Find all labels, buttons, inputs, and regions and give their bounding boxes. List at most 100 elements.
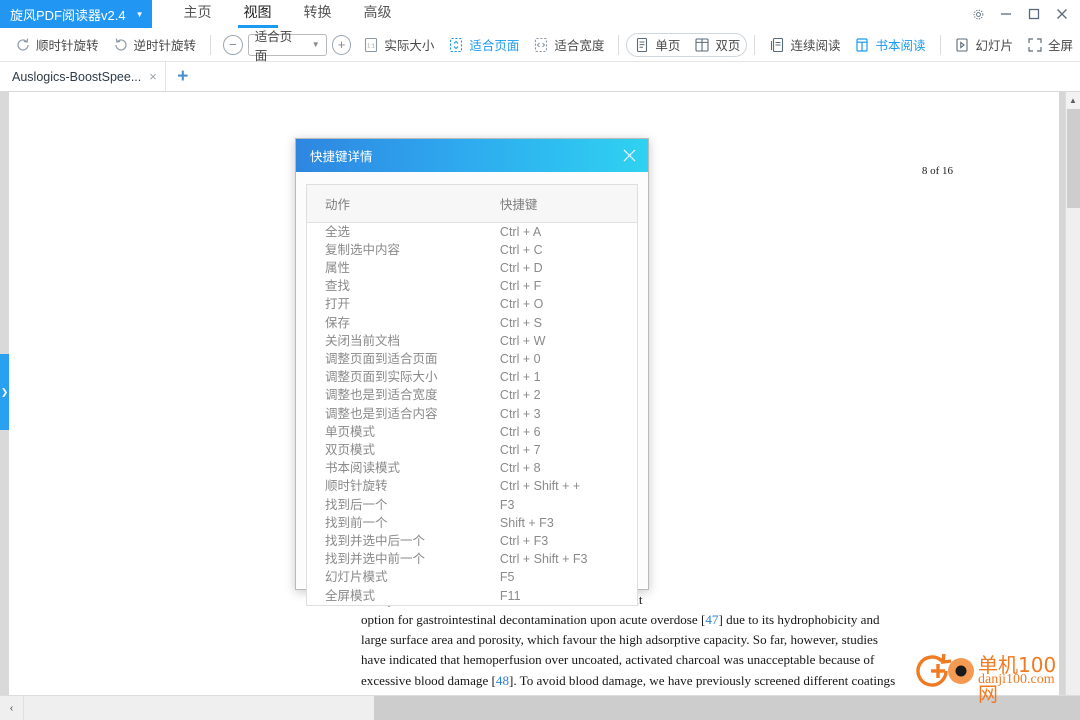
document-tab[interactable]: Auslogics-BoostSpee... × (0, 62, 166, 91)
table-row[interactable]: 单页模式 Ctrl + 6 (307, 423, 638, 441)
book-mode-button[interactable]: 书本阅读 (847, 32, 932, 58)
close-icon[interactable]: × (149, 69, 157, 84)
rotate-cw-icon (15, 37, 31, 53)
zoom-level-value: 适合页面 (254, 29, 293, 63)
shortcut-action-cell: 全选 (325, 224, 351, 239)
zoom-in-button[interactable]: + (331, 34, 352, 55)
app-brand-button[interactable]: 旋风PDF阅读器v2.4 ▼ (0, 0, 152, 28)
table-row[interactable]: 顺时针旋转 Ctrl + Shift + + (307, 478, 638, 496)
vertical-scroll-thumb[interactable] (1067, 109, 1080, 208)
shortcut-key-cell: Ctrl + S (499, 315, 542, 330)
close-icon[interactable] (1048, 0, 1076, 28)
shortcut-key-cell: Ctrl + Shift + + (499, 479, 581, 494)
table-row[interactable]: 全屏模式 F11 (307, 587, 638, 606)
table-row[interactable]: 打开 Ctrl + O (307, 296, 638, 314)
table-row[interactable]: 属性 Ctrl + D (307, 259, 638, 277)
new-tab-button[interactable]: + (166, 62, 200, 91)
shortcut-action-cell: 关闭当前文档 (325, 333, 401, 348)
page-indicator: 8 of 16 (921, 165, 953, 177)
shortcut-action-cell: 找到并选中前一个 (325, 552, 426, 567)
horizontal-scrollbar[interactable]: ‹ (0, 695, 1080, 720)
ribbon-tab-view[interactable]: 视图 (228, 0, 288, 28)
toolbar-divider (939, 34, 941, 55)
shortcut-action-cell: 调整也是到适合内容 (325, 406, 438, 421)
citation-ref[interactable]: 48 (496, 673, 509, 688)
table-row[interactable]: 找到前一个 Shift + F3 (307, 514, 638, 532)
zoom-level-select[interactable]: 适合页面 ▼ (247, 30, 327, 63)
shortcut-key-cell: Ctrl + A (499, 224, 542, 239)
table-row[interactable]: 关闭当前文档 Ctrl + W (307, 332, 638, 350)
slideshow-label: 幻灯片 (975, 39, 1013, 53)
table-header-row: 动作 快捷键 (306, 184, 638, 223)
table-row[interactable]: 书本阅读模式 Ctrl + 8 (307, 460, 638, 478)
shortcut-key-cell: Ctrl + 1 (499, 370, 541, 385)
chevron-down-icon[interactable]: ▼ (136, 10, 144, 19)
table-row[interactable]: 找到并选中后一个 Ctrl + F3 (307, 532, 638, 550)
table-row[interactable]: 保存 Ctrl + S (307, 314, 638, 332)
ribbon-tab-label: 视图 (243, 4, 272, 20)
fit-page-icon (448, 37, 464, 53)
rotate-ccw-icon (113, 37, 129, 53)
shortcut-action-cell: 找到前一个 (325, 515, 388, 530)
table-row[interactable]: 查找 Ctrl + F (307, 278, 638, 296)
table-row[interactable]: 调整也是到适合宽度 Ctrl + 2 (307, 387, 638, 405)
scroll-left-arrow-icon[interactable]: ‹ (0, 696, 24, 720)
vertical-scroll-track[interactable] (1067, 209, 1080, 695)
scroll-up-arrow-icon[interactable]: ▲ (1066, 92, 1080, 108)
table-row[interactable]: 双页模式 Ctrl + 7 (307, 441, 638, 459)
maximize-icon[interactable] (1020, 0, 1048, 28)
actual-size-button[interactable]: 1:1 实际大小 (356, 32, 441, 58)
dialog-body: 动作 快捷键 全选 Ctrl + A 复制选中内容 Ctrl + C 属性 Ctrl + … (296, 172, 648, 616)
ribbon-tab-advanced[interactable]: 高级 (348, 0, 408, 28)
fit-page-label: 适合页面 (469, 39, 520, 53)
table-row[interactable]: 找到并选中前一个 Ctrl + Shift + F3 (307, 551, 638, 569)
gear-icon[interactable] (964, 0, 992, 28)
single-page-button[interactable]: 单页 (627, 34, 687, 56)
vertical-scrollbar[interactable]: ▲ (1065, 92, 1080, 695)
document-tab-strip: Auslogics-BoostSpee... × + (0, 62, 1080, 92)
ribbon-tab-convert[interactable]: 转换 (288, 0, 348, 28)
shortcut-key-cell: Ctrl + C (499, 242, 543, 257)
slideshow-icon (954, 37, 970, 53)
table-row[interactable]: 调整页面到适合页面 Ctrl + 0 (307, 350, 638, 368)
fit-width-icon (533, 37, 549, 53)
window-controls (964, 0, 1076, 28)
shortcut-action-cell: 复制选中内容 (325, 242, 401, 257)
app-title: 旋风PDF阅读器v2.4 (10, 7, 126, 23)
table-row[interactable]: 调整页面到实际大小 Ctrl + 1 (307, 369, 638, 387)
table-row[interactable]: 复制选中内容 Ctrl + C (307, 241, 638, 259)
zoom-out-button[interactable]: − (223, 34, 243, 55)
shortcut-key-cell: Ctrl + 7 (499, 442, 541, 457)
fit-page-button[interactable]: 适合页面 (441, 32, 526, 58)
table-row[interactable]: 幻灯片模式 F5 (307, 569, 638, 587)
chevron-down-icon[interactable]: ▼ (312, 40, 320, 49)
shortcut-key-cell: Shift + F3 (499, 515, 554, 530)
shortcut-action-cell: 保存 (325, 315, 351, 330)
citation-ref[interactable]: 47 (705, 612, 718, 627)
toolbar-divider (618, 34, 620, 55)
plus-icon: + (177, 65, 189, 87)
sidebar-expand-handle[interactable]: ❯ (0, 354, 9, 430)
table-row[interactable]: 找到后一个 F3 (307, 496, 638, 514)
fullscreen-button[interactable]: 全屏 (1020, 32, 1080, 58)
close-icon[interactable] (618, 145, 640, 167)
fit-width-button[interactable]: 适合宽度 (526, 32, 611, 58)
shortcut-action-cell: 双页模式 (325, 442, 376, 457)
minimize-icon[interactable] (992, 0, 1020, 28)
rotate-counterclockwise-button[interactable]: 逆时针旋转 (106, 32, 204, 58)
shortcut-action-cell: 书本阅读模式 (325, 461, 401, 476)
shortcut-key-cell: Ctrl + O (499, 297, 544, 312)
rotate-clockwise-button[interactable]: 顺时针旋转 (8, 32, 106, 58)
table-row[interactable]: 全选 Ctrl + A (307, 223, 638, 242)
shortcut-key-cell: Ctrl + D (499, 260, 543, 275)
shortcut-key-cell: Ctrl + W (499, 333, 546, 348)
horizontal-scroll-thumb[interactable] (24, 696, 374, 720)
horizontal-scroll-track[interactable] (374, 696, 1080, 720)
continuous-scroll-button[interactable]: 连续阅读 (762, 32, 847, 58)
slideshow-button[interactable]: 幻灯片 (947, 32, 1020, 58)
rotate-counterclockwise-label: 逆时针旋转 (133, 39, 197, 53)
ribbon-tab-home[interactable]: 主页 (168, 0, 228, 28)
table-row[interactable]: 调整也是到适合内容 Ctrl + 3 (307, 405, 638, 423)
shortcut-key-cell: F3 (499, 497, 515, 512)
double-page-button[interactable]: 双页 (687, 34, 746, 56)
